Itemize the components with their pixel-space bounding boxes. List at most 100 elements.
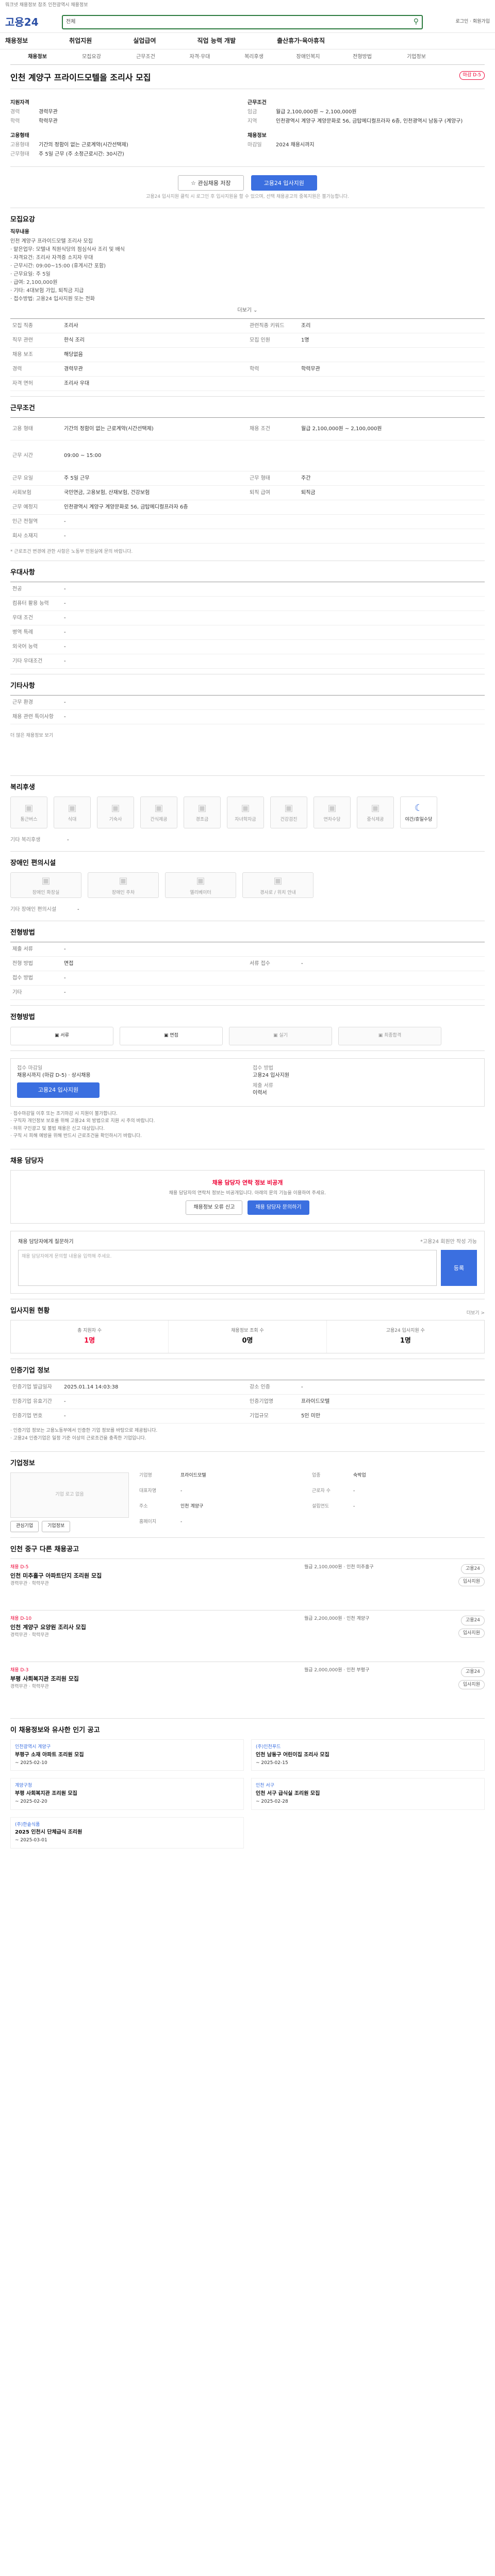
- tab-job[interactable]: 채용정보: [10, 54, 64, 61]
- row-value: -: [64, 658, 66, 664]
- row-key: 학력: [250, 366, 259, 372]
- more-button[interactable]: 더보기 ⌄: [10, 307, 485, 314]
- popular-title[interactable]: 인천 서구 급식실 조리원 모집: [256, 1790, 480, 1798]
- summary-label: 고용형태: [10, 133, 29, 139]
- question-textarea[interactable]: 채용 담당자에게 문의할 내용을 입력해 주세요.: [18, 1250, 437, 1286]
- contact-warning: 채용 담당자 연락 정보 비공개: [212, 1179, 283, 1187]
- sub-title: 직무내용: [10, 229, 29, 235]
- tab-select[interactable]: 전형방법: [335, 54, 389, 61]
- table-row: 인증기업 발급일자 2025.01.14 14:03:38 강소 인증 -: [10, 1380, 485, 1395]
- top-bar-text: 워크넷 채용정보 참조 인천광역시 채용정보: [5, 3, 88, 8]
- row-value: 5인 미만: [301, 1413, 321, 1419]
- menu-item-jobs[interactable]: 채용정보: [5, 37, 28, 45]
- popular-title[interactable]: 2025 인천시 단체급식 조리원: [15, 1829, 239, 1836]
- menu-item-leave[interactable]: 출산휴가·육아휴직: [277, 37, 325, 45]
- search-box[interactable]: 전체 ⚲: [62, 14, 423, 29]
- section-title: 이 채용정보와 유사한 인기 공고: [10, 1726, 100, 1734]
- elevator-icon: ▣: [196, 875, 205, 887]
- corp-logo: 기업 로고 없음: [10, 1472, 129, 1518]
- popular-card[interactable]: (주)인천푸드 인천 남동구 어린이집 조리사 모집 ~ 2025-02-15: [251, 1739, 485, 1771]
- search-type-select[interactable]: 전체: [66, 19, 102, 26]
- etc-more-link[interactable]: 더 많은 채용정보 보기: [10, 733, 485, 739]
- row-value: 월급 2,100,000원 ~ 2,100,000원: [301, 426, 382, 432]
- related-apply-button[interactable]: 입사지원: [458, 1577, 485, 1587]
- tab-pref[interactable]: 자격·우대: [173, 54, 227, 61]
- popular-title[interactable]: 인천 남동구 어린이집 조리사 모집: [256, 1752, 480, 1759]
- related-apply-button[interactable]: 입사지원: [458, 1628, 485, 1638]
- popular-card[interactable]: 계양구청 부평 사회복지관 조리원 모집 ~ 2025-02-20: [10, 1778, 244, 1810]
- related-item[interactable]: 채용 D-10 인천 계양구 요양원 조리사 모집 경력무관 · 학력무관 월급 2…: [10, 1609, 485, 1662]
- dorm-icon: ▣: [111, 803, 120, 814]
- question-input-wrap: 채용 담당자에게 문의할 내용을 입력해 주세요. 등록: [18, 1250, 477, 1286]
- related-actions: 고용24 입사지원: [423, 1615, 485, 1656]
- facility-label: 장애인 주차: [111, 890, 135, 895]
- table-row: 근무 시간 09:00 ~ 15:00: [10, 440, 485, 472]
- row-key: 퇴직 급여: [250, 489, 270, 496]
- corp-value: -: [353, 1488, 355, 1494]
- notice-item: · 접수마감일 이후 또는 조기마감 시 지원이 불가합니다.: [10, 1111, 118, 1116]
- register-button[interactable]: 등록: [441, 1250, 477, 1286]
- row-key: 채용 관련 특이사항: [12, 714, 54, 720]
- menu-item-benefit[interactable]: 실업급여: [133, 37, 156, 45]
- corp-info-button[interactable]: 기업정보: [42, 1520, 71, 1532]
- summary-key: 경력: [10, 109, 20, 115]
- site-logo[interactable]: 고용24: [5, 15, 62, 29]
- lunch-icon: ▣: [371, 803, 380, 814]
- row-value: 조리사: [64, 323, 78, 329]
- deadline-badge: 마감 D-5: [459, 71, 485, 80]
- row-key: 채용 조건: [250, 426, 270, 432]
- menu-item-support[interactable]: 취업지원: [69, 37, 92, 45]
- summary-value: 학력무관: [39, 118, 58, 125]
- corp-value: 숙박업: [353, 1472, 366, 1478]
- table-row: 전형 방법 면접 서류 접수 -: [10, 957, 485, 972]
- table-row: 접수 방법 -: [10, 971, 485, 986]
- report-error-button[interactable]: 채용정보 오류 신고: [186, 1200, 243, 1215]
- welfare-label: 경조금: [195, 817, 209, 823]
- popular-card[interactable]: 인천광역시 계양구 부평구 소재 아파트 조리원 모집 ~ 2025-02-10: [10, 1739, 244, 1771]
- popular-title[interactable]: 부평구 소재 아파트 조리원 모집: [15, 1752, 239, 1759]
- save-interest-button[interactable]: ☆ 관심채용 저장: [178, 175, 244, 191]
- stats-more-link[interactable]: 더보기 >: [467, 1310, 485, 1317]
- interest-corp-button[interactable]: 관심기업: [10, 1520, 39, 1532]
- facility-item: ▣ 장애인 주차: [88, 872, 159, 899]
- duty-list: 인천 계양구 프라이드모텔 조리사 모집 · 맡은업무: 모텔내 직원식당의 점…: [10, 238, 485, 303]
- related-apply-button[interactable]: 입사지원: [458, 1680, 485, 1690]
- tab-recruit[interactable]: 모집요강: [64, 54, 119, 61]
- tab-corp[interactable]: 기업정보: [389, 54, 443, 61]
- ask-manager-button[interactable]: 채용 담당자 문의하기: [248, 1200, 309, 1215]
- related-title[interactable]: 인천 계양구 요양원 조리사 모집: [10, 1623, 304, 1631]
- summary-row: 지역 인천광역시 계양구 계양문화로 56, 금탑메디컬프라자 6층, 인천광역시…: [248, 118, 485, 125]
- summary-row: 고용형태 기간의 정함이 없는 근로계약(시간선택제): [10, 142, 248, 149]
- tab-disabled[interactable]: 장애인복지: [281, 54, 335, 61]
- contact-private-box: 채용 담당자 연락 정보 비공개 채용 담당자의 연락처 정보는 비공개입니다.…: [10, 1170, 485, 1224]
- section-title: 모집요강: [10, 215, 35, 224]
- row-value: 인천광역시 계양구 계양문화로 56, 금탑메디컬프라자 6층: [64, 504, 188, 510]
- popular-card[interactable]: (주)한솥식품 2025 인천시 단체급식 조리원 ~ 2025-03-01: [10, 1817, 244, 1849]
- section-info: 인증기업 정보 인증기업 발급일자 2025.01.14 14:03:38 강소 인…: [10, 1359, 485, 1451]
- popular-card[interactable]: 인천 서구 인천 서구 급식실 조리원 모집 ~ 2025-02-28: [251, 1778, 485, 1810]
- notice-item: · 고용24 인증기업은 일정 기준 이상의 근로조건을 충족한 기업입니다.: [10, 1435, 146, 1441]
- popular-title[interactable]: 부평 사회복지관 조리원 모집: [15, 1790, 239, 1798]
- select-table: 제출 서류 - 전형 방법 면접 서류 접수 - 접수 방법 - 기타 -: [10, 942, 485, 1001]
- popular-date: ~ 2025-02-15: [256, 1760, 288, 1766]
- related-item[interactable]: 채용 D-5 인천 미추홀구 아파트단지 조리원 모집 경력무관 · 학력무관 월급…: [10, 1558, 485, 1610]
- apply-deadline: 채용시까지 (마감 D-5) · 상시채용: [17, 1072, 91, 1078]
- corp-value: -: [180, 1488, 183, 1494]
- apply-button[interactable]: 고용24 입사지원: [251, 175, 317, 191]
- search-icon[interactable]: ⚲: [414, 17, 419, 27]
- related-item[interactable]: 채용 D-3 부평 사회복지관 조리원 모집 경력무관 · 학력무관 월급 2,00…: [10, 1661, 485, 1713]
- related-title[interactable]: 인천 미추홀구 아파트단지 조리원 모집: [10, 1572, 304, 1580]
- tab-welfare[interactable]: 복리후생: [227, 54, 281, 61]
- tab-cond[interactable]: 근무조건: [119, 54, 173, 61]
- table-row: 인증기업 번호 - 기업규모 5인 미만: [10, 1409, 485, 1424]
- duty-item: 인천 계양구 프라이드모텔 조리사 모집: [10, 239, 93, 245]
- table-row: 모집 직종 조리사 관련직종 키워드 조리: [10, 319, 485, 334]
- login-link[interactable]: 로그인 · 회원가입: [455, 19, 490, 25]
- menu-item-training[interactable]: 직업 능력 개발: [197, 37, 236, 45]
- apply-button-2[interactable]: 고용24 입사지원: [17, 1082, 100, 1098]
- row-key: 우대 조건: [12, 615, 33, 621]
- section-title: 우대사항: [10, 568, 35, 577]
- question-form: 채용 담당자에게 질문하기 *고용24 회원만 작성 가능 채용 담당자에게 문의…: [10, 1231, 485, 1294]
- related-title[interactable]: 부평 사회복지관 조리원 모집: [10, 1675, 304, 1683]
- welfare-etc-value: -: [67, 837, 69, 843]
